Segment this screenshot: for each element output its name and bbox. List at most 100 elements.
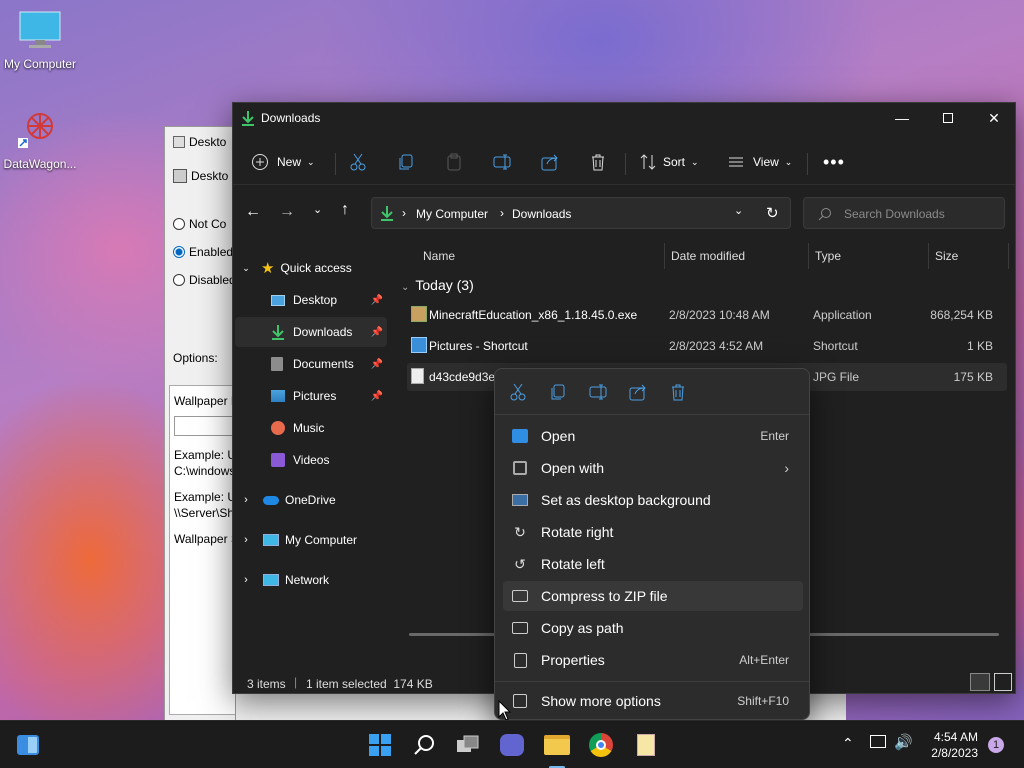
file-row[interactable]: MinecraftEducation_x86_1.18.45.0.exe 2/8… xyxy=(407,301,1007,329)
paste-button[interactable] xyxy=(445,149,463,175)
radio-circle[interactable] xyxy=(173,218,185,230)
menu-item-show-more-options[interactable]: Show more options Shift+F10 xyxy=(503,686,803,716)
radio-disabled[interactable]: Disabled xyxy=(173,273,235,287)
apps-icon xyxy=(511,459,529,477)
radio-circle[interactable] xyxy=(173,274,185,286)
chevron-right-icon[interactable]: › xyxy=(235,534,257,546)
nav-documents[interactable]: Documents 📌 xyxy=(235,349,387,379)
nav-videos[interactable]: Videos xyxy=(235,445,387,475)
group-label: Today (3) xyxy=(415,277,474,293)
breadcrumb-my-computer[interactable]: My Computer xyxy=(416,207,488,221)
search-box[interactable]: Search Downloads xyxy=(803,197,1005,229)
close-button[interactable]: ✕ xyxy=(971,103,1017,133)
command-bar: New ⌄ Sort ⌄ View ⌄ ••• xyxy=(233,139,1015,185)
title-bar[interactable]: Downloads — ✕ xyxy=(233,103,1015,133)
column-header-type[interactable]: Type xyxy=(809,243,929,269)
videos-icon xyxy=(271,453,285,467)
nav-quick-access[interactable]: ⌄ ★ Quick access xyxy=(235,253,387,283)
nav-desktop[interactable]: Desktop 📌 xyxy=(235,285,387,315)
column-header-date[interactable]: Date modified xyxy=(665,243,809,269)
trash-icon[interactable] xyxy=(669,383,687,401)
widgets-icon[interactable] xyxy=(14,731,42,759)
new-button[interactable]: New ⌄ xyxy=(251,149,315,175)
column-header-size[interactable]: Size xyxy=(929,243,1009,269)
pin-icon[interactable]: 📌 xyxy=(371,327,383,338)
nav-pictures[interactable]: Pictures 📌 xyxy=(235,381,387,411)
group-header[interactable]: ⌄ Today (3) xyxy=(401,277,474,293)
refresh-icon[interactable]: ↻ xyxy=(766,204,779,222)
notification-badge[interactable]: 1 xyxy=(988,737,1004,753)
start-button[interactable] xyxy=(366,731,394,759)
menu-item-open-with[interactable]: Open with › xyxy=(503,453,803,483)
more-options-icon[interactable]: ••• xyxy=(823,149,845,175)
chevron-down-icon[interactable]: ⌄ xyxy=(235,263,257,274)
file-name: Pictures - Shortcut xyxy=(429,339,528,353)
notepad-icon[interactable] xyxy=(632,731,660,759)
details-view-icon[interactable] xyxy=(970,673,990,691)
file-row[interactable]: Pictures - Shortcut 2/8/2023 4:52 AM Sho… xyxy=(407,332,1007,360)
share-icon[interactable] xyxy=(629,383,647,401)
menu-item-set-background[interactable]: Set as desktop background xyxy=(503,485,803,515)
pin-icon[interactable]: 📌 xyxy=(371,359,383,370)
address-dropdown-chevron-icon[interactable]: ⌄ xyxy=(734,204,743,217)
file-type: Shortcut xyxy=(813,339,858,353)
chat-icon[interactable] xyxy=(498,731,526,759)
wallpaper-name-input[interactable] xyxy=(174,416,235,436)
desktop-folder-icon xyxy=(271,294,285,306)
nav-label: Videos xyxy=(293,453,330,467)
radio-enabled[interactable]: Enabled xyxy=(173,245,233,259)
recent-locations-chevron-icon[interactable]: ⌄ xyxy=(313,203,322,216)
menu-item-open[interactable]: Open Enter xyxy=(503,421,803,451)
nav-music[interactable]: Music xyxy=(235,413,387,443)
breadcrumb-downloads[interactable]: Downloads xyxy=(512,207,571,221)
volume-icon[interactable]: 🔊 xyxy=(894,733,913,751)
network-status-icon[interactable] xyxy=(870,735,886,748)
up-arrow-icon[interactable]: ↑ xyxy=(341,201,349,219)
nav-onedrive[interactable]: › OneDrive xyxy=(235,485,387,515)
back-arrow-icon[interactable]: ← xyxy=(245,203,261,221)
tiles-view-icon[interactable] xyxy=(994,673,1012,691)
maximize-button[interactable] xyxy=(925,103,971,133)
radio-not-configured[interactable]: Not Co xyxy=(173,217,226,231)
share-button[interactable] xyxy=(541,149,559,175)
search-taskbar-icon[interactable] xyxy=(410,731,438,759)
scissors-icon[interactable] xyxy=(509,383,527,401)
menu-item-copy-as-path[interactable]: Copy as path xyxy=(503,613,803,643)
radio-circle[interactable] xyxy=(173,246,185,258)
copy-button[interactable] xyxy=(397,149,415,175)
rename-button[interactable] xyxy=(493,149,511,175)
wallpaper-name-label: Wallpaper N xyxy=(174,394,236,408)
nav-network[interactable]: › Network xyxy=(235,565,387,595)
nav-downloads[interactable]: Downloads 📌 xyxy=(235,317,387,347)
bg-window-title-text: Deskto xyxy=(189,135,227,149)
desktop-icon-datawagon[interactable]: DataWagon... xyxy=(0,104,80,171)
nav-my-computer[interactable]: › My Computer xyxy=(235,525,387,555)
example-text: Example: U xyxy=(174,490,236,504)
forward-arrow-icon[interactable]: → xyxy=(279,203,295,221)
view-button[interactable]: View ⌄ xyxy=(727,149,792,175)
pin-icon[interactable]: 📌 xyxy=(371,391,383,402)
chevron-right-icon[interactable]: › xyxy=(235,494,257,506)
menu-item-rotate-right[interactable]: ↻ Rotate right xyxy=(503,517,803,547)
copy-icon[interactable] xyxy=(549,383,567,401)
chevron-up-icon[interactable]: ⌃ xyxy=(842,735,854,752)
rename-icon[interactable] xyxy=(589,383,607,401)
chevron-right-icon[interactable]: › xyxy=(235,574,257,586)
cut-button[interactable] xyxy=(349,149,367,175)
pin-icon[interactable]: 📌 xyxy=(371,295,383,306)
file-explorer-taskbar-icon[interactable] xyxy=(542,731,572,759)
menu-item-compress-zip[interactable]: Compress to ZIP file xyxy=(503,581,803,611)
desktop-icon-my-computer[interactable]: My Computer xyxy=(0,10,80,71)
clock[interactable]: 4:54 AM 2/8/2023 xyxy=(931,729,978,761)
background-window[interactable]: Deskto Deskto Not Co Enabled Disabled Op… xyxy=(164,126,236,722)
address-bar[interactable]: › My Computer › Downloads ⌄ ↻ xyxy=(371,197,791,229)
task-view-icon[interactable] xyxy=(454,731,482,759)
chrome-icon[interactable] xyxy=(587,731,615,759)
column-header-name[interactable]: Name xyxy=(417,243,665,269)
menu-item-properties[interactable]: Properties Alt+Enter xyxy=(503,645,803,675)
delete-button[interactable] xyxy=(589,149,607,175)
sort-button[interactable]: Sort ⌄ xyxy=(639,149,699,175)
rename-icon xyxy=(493,154,511,170)
menu-item-rotate-left[interactable]: ↺ Rotate left xyxy=(503,549,803,579)
minimize-button[interactable]: — xyxy=(879,103,925,133)
